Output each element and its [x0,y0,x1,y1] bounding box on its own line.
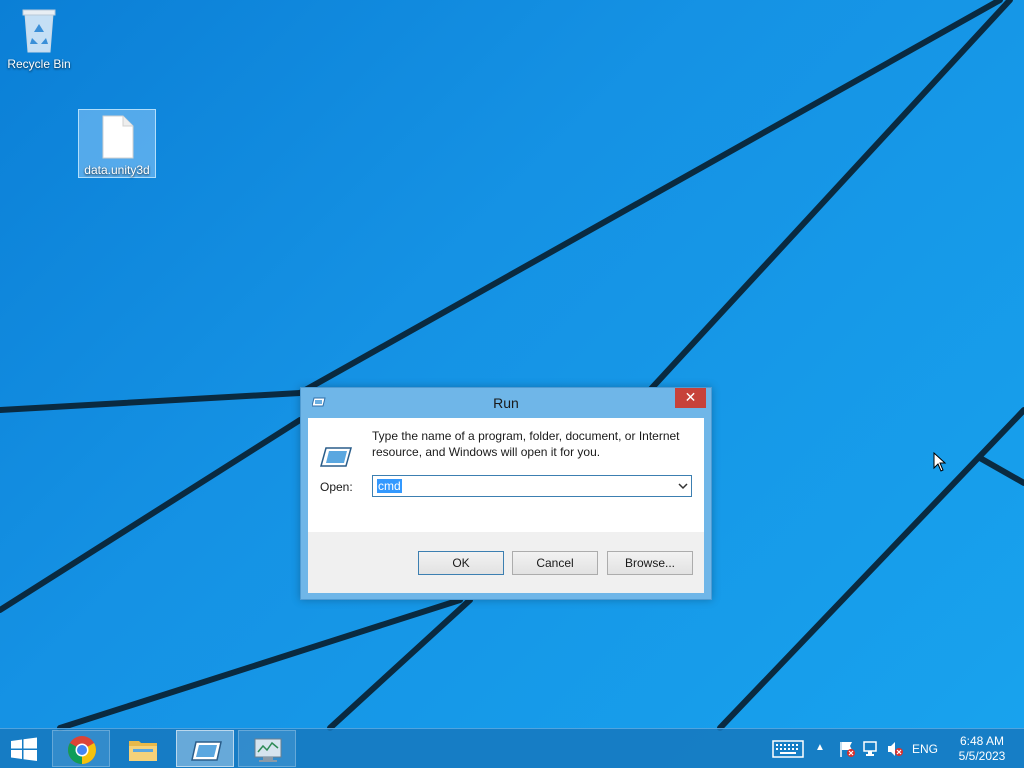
chevron-down-icon[interactable] [677,481,689,491]
show-hidden-icons-button[interactable]: ▲ [815,742,825,753]
windows-logo-icon [11,737,37,761]
clock[interactable]: 6:48 AM 5/5/2023 [952,734,1012,764]
data-unity3d-shortcut[interactable]: data.unity3d [78,109,156,178]
clock-time: 6:48 AM [959,734,1005,748]
file-icon [102,115,134,159]
close-button[interactable]: ✕ [675,388,706,408]
run-title: Run [493,395,519,411]
desktop: Recycle Bin data.unity3d Run ✕ Type the … [0,0,1024,768]
keyboard-icon[interactable] [772,740,804,758]
run-description: Type the name of a program, folder, docu… [372,429,680,459]
data-unity3d-label: data.unity3d [84,163,150,177]
taskbar-chrome[interactable] [52,730,110,767]
open-input-value[interactable]: cmd [377,479,402,493]
taskbar-run[interactable] [176,730,234,767]
folder-icon [129,741,157,761]
run-titlebar[interactable]: Run ✕ [301,388,711,417]
network-icon[interactable] [862,740,880,758]
volume-muted-icon[interactable] [886,740,904,758]
recycle-bin-label: Recycle Bin [7,57,71,71]
ok-button[interactable]: OK [418,551,504,575]
taskbar-explorer[interactable] [114,730,172,767]
mouse-cursor-icon [933,452,947,472]
recycle-bin-shortcut[interactable]: Recycle Bin [0,6,78,71]
taskbar: ▲ ENG 6:48 AM 5/5/2023 [0,728,1024,768]
start-button[interactable] [0,729,48,768]
action-center-flag-icon[interactable] [838,740,856,758]
monitor-icon [254,738,282,762]
run-body: Type the name of a program, folder, docu… [308,418,704,593]
taskbar-performance-monitor[interactable] [238,730,296,767]
run-taskbar-icon [191,741,222,761]
browse-button[interactable]: Browse... [607,551,693,575]
run-icon [320,447,352,467]
run-dialog: Run ✕ Type the name of a program, folder… [300,387,712,600]
clock-date: 5/5/2023 [958,749,1006,763]
run-footer: OK Cancel Browse... [308,532,704,593]
cancel-button[interactable]: Cancel [512,551,598,575]
open-input[interactable]: cmd [372,475,692,497]
chrome-icon [68,736,96,764]
language-indicator[interactable]: ENG [912,742,938,756]
recycle-bin-icon [22,9,56,53]
open-label: Open: [320,480,353,494]
run-main: Type the name of a program, folder, docu… [308,418,704,532]
